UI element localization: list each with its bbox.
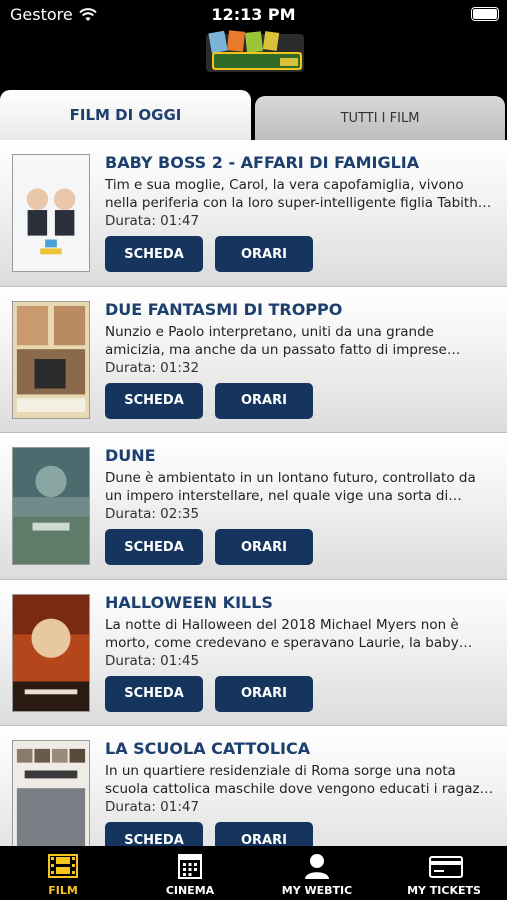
film-duration: Durata: 02:35	[105, 506, 200, 522]
film-poster[interactable]	[12, 300, 90, 419]
film-title: BABY BOSS 2 - AFFARI DI FAMIGLIA	[105, 153, 420, 172]
film-description: La notte di Halloween del 2018 Michael M…	[105, 616, 459, 651]
orari-button[interactable]: ORARI	[215, 529, 313, 565]
scheda-button[interactable]: SCHEDA	[105, 822, 203, 846]
status-time: 12:13 PM	[211, 5, 296, 24]
orari-button[interactable]: ORARI	[215, 382, 313, 419]
film-duration: Durata: 01:47	[105, 213, 200, 229]
scheda-button[interactable]: SCHEDA	[105, 236, 203, 272]
film-row: DUNE Dune è ambientato in un lontano fut…	[0, 433, 507, 580]
app-logo	[200, 28, 310, 78]
battery-icon	[471, 7, 499, 21]
tab-film-di-oggi[interactable]: FILM DI OGGI	[0, 90, 251, 140]
tabbar-label: CINEMA	[165, 884, 215, 897]
film-poster[interactable]	[12, 154, 90, 272]
film-poster[interactable]	[12, 593, 90, 712]
film-duration: Durata: 01:45	[105, 652, 200, 669]
scheda-button[interactable]: SCHEDA	[105, 675, 203, 712]
tabbar-my-tickets[interactable]: MY TICKETS	[381, 846, 507, 900]
orari-button[interactable]: ORARI	[215, 822, 313, 846]
tabbar-cinema[interactable]: CINEMA	[127, 846, 253, 900]
film-description: Tim e sua moglie, Carol, la vera capofam…	[105, 177, 487, 211]
scheda-button[interactable]: SCHEDA	[105, 382, 203, 419]
film-description: Nunzio e Paolo interpretano, uniti da un…	[105, 323, 447, 358]
film-title: LA SCUOLA CATTOLICA	[105, 739, 311, 758]
film-duration: Durata: 01:47	[105, 799, 200, 815]
film-description: In un quartiere residenziale di Roma sor…	[105, 763, 491, 797]
orari-button[interactable]: ORARI	[215, 675, 313, 712]
ticket-icon	[429, 852, 463, 880]
orari-button[interactable]: ORARI	[215, 236, 313, 272]
film-title: HALLOWEEN KILLS	[105, 592, 273, 612]
tabbar-my-webtic[interactable]: MY WEBTIC	[254, 846, 380, 900]
film-row: LA SCUOLA CATTOLICA In un quartiere resi…	[0, 726, 507, 846]
film-poster[interactable]	[12, 447, 90, 565]
segment-tabs: FILM DI OGGI TUTTI I FILM	[0, 90, 507, 140]
tabbar-label: FILM	[48, 884, 78, 897]
tabbar-label: MY TICKETS	[407, 884, 481, 897]
tabbar-label: MY WEBTIC	[281, 884, 353, 897]
film-strip-icon	[48, 852, 78, 880]
film-duration: Durata: 01:32	[105, 359, 200, 376]
calendar-icon	[175, 852, 205, 880]
user-icon	[302, 852, 332, 880]
film-title: DUE FANTASMI DI TROPPO	[105, 299, 343, 319]
film-poster[interactable]	[12, 740, 90, 846]
film-row: BABY BOSS 2 - AFFARI DI FAMIGLIA Tim e s…	[0, 140, 507, 287]
film-description: Dune è ambientato in un lontano futuro, …	[105, 470, 476, 504]
film-row: HALLOWEEN KILLS La notte di Halloween de…	[0, 579, 507, 726]
scheda-button[interactable]: SCHEDA	[105, 529, 203, 565]
tabbar-film[interactable]: FILM	[0, 846, 126, 900]
film-list[interactable]: BABY BOSS 2 - AFFARI DI FAMIGLIA Tim e s…	[0, 140, 507, 846]
bottom-tab-bar: FILM CINEMA MY WEBTIC MY TICKETS	[0, 846, 507, 900]
film-title: DUNE	[105, 446, 156, 465]
film-row: DUE FANTASMI DI TROPPO Nunzio e Paolo in…	[0, 286, 507, 433]
tab-tutti-i-film[interactable]: TUTTI I FILM	[255, 96, 505, 140]
status-bar: Gestore 12:13 PM	[0, 0, 507, 28]
